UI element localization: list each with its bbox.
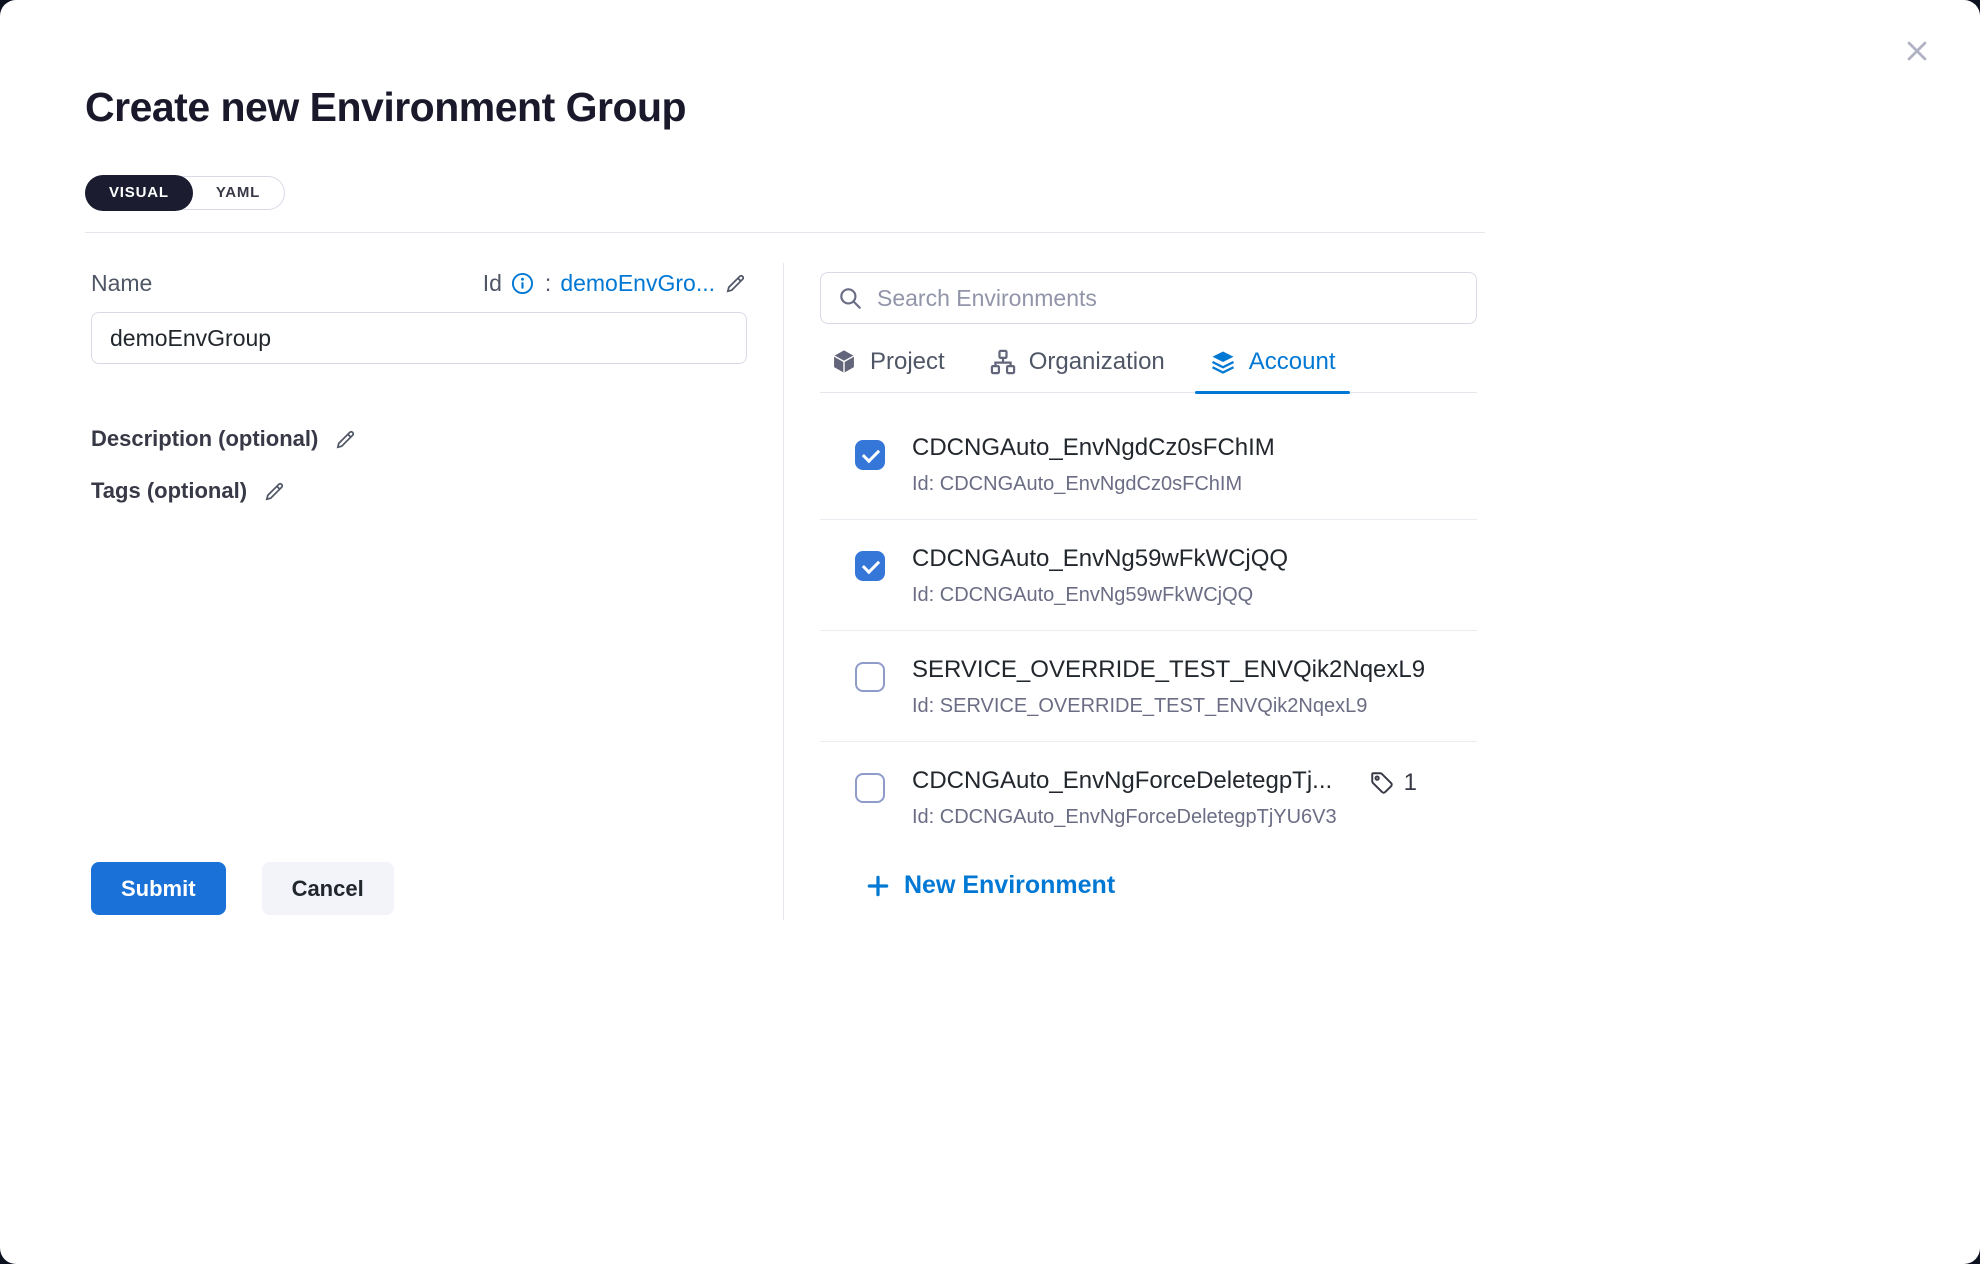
tab-organization[interactable]: Organization bbox=[989, 348, 1165, 392]
id-value[interactable]: demoEnvGro... bbox=[560, 270, 715, 297]
dialog-actions: Submit Cancel bbox=[91, 862, 394, 915]
environment-id: Id: CDCNGAuto_EnvNgdCz0sFChIM bbox=[912, 473, 1477, 496]
environment-row: CDCNGAuto_EnvNgdCz0sFChIM Id: CDCNGAuto_… bbox=[820, 409, 1477, 520]
visual-yaml-toggle: VISUAL YAML bbox=[85, 176, 285, 210]
environment-id: Id: CDCNGAuto_EnvNgForceDeletegpTjYU6V3 bbox=[912, 806, 1342, 829]
cancel-button[interactable]: Cancel bbox=[262, 862, 394, 915]
description-label: Description (optional) bbox=[91, 426, 318, 452]
close-icon[interactable] bbox=[1900, 34, 1934, 68]
info-icon[interactable] bbox=[511, 272, 534, 295]
environment-checkbox[interactable] bbox=[855, 773, 885, 803]
environment-id: Id: SERVICE_OVERRIDE_TEST_ENVQik2NqexL9 bbox=[912, 695, 1477, 718]
search-icon bbox=[837, 285, 863, 311]
environment-row: CDCNGAuto_EnvNg59wFkWCjQQ Id: CDCNGAuto_… bbox=[820, 520, 1477, 631]
tab-account-label: Account bbox=[1249, 348, 1336, 376]
name-label: Name bbox=[91, 270, 152, 297]
tag-count-badge: 1 bbox=[1369, 769, 1417, 797]
tags-label: Tags (optional) bbox=[91, 478, 247, 504]
environment-name[interactable]: CDCNGAuto_EnvNgdCz0sFChIM bbox=[912, 434, 1477, 462]
cube-icon bbox=[830, 348, 858, 376]
environment-row: CDCNGAuto_EnvNgForceDeletegpTj... Id: CD… bbox=[820, 742, 1477, 835]
dialog-title: Create new Environment Group bbox=[85, 84, 686, 131]
tab-organization-label: Organization bbox=[1029, 348, 1165, 376]
search-environments-input[interactable] bbox=[875, 284, 1460, 313]
edit-description-pencil-icon[interactable] bbox=[334, 428, 357, 451]
environment-checkbox[interactable] bbox=[855, 440, 885, 470]
layers-icon bbox=[1209, 348, 1237, 376]
tab-account[interactable]: Account bbox=[1209, 348, 1336, 392]
environment-checkbox[interactable] bbox=[855, 551, 885, 581]
tag-icon bbox=[1369, 770, 1395, 796]
toggle-yaml[interactable]: YAML bbox=[192, 176, 284, 210]
tab-project-label: Project bbox=[870, 348, 945, 376]
vertical-divider bbox=[783, 263, 784, 920]
environment-picker-panel: Project Organization bbox=[820, 233, 1477, 904]
new-environment-label: New Environment bbox=[904, 871, 1115, 900]
environment-name[interactable]: SERVICE_OVERRIDE_TEST_ENVQik2NqexL9 bbox=[912, 656, 1477, 684]
form-column: Name Id : demoEnvGro... bbox=[91, 233, 747, 504]
search-box bbox=[820, 272, 1477, 324]
toggle-visual[interactable]: VISUAL bbox=[85, 175, 193, 211]
plus-icon bbox=[865, 873, 891, 899]
environment-list: CDCNGAuto_EnvNgdCz0sFChIM Id: CDCNGAuto_… bbox=[820, 393, 1477, 835]
environment-name[interactable]: CDCNGAuto_EnvNgForceDeletegpTj... bbox=[912, 767, 1342, 795]
name-input[interactable] bbox=[91, 312, 747, 364]
environment-id: Id: CDCNGAuto_EnvNg59wFkWCjQQ bbox=[912, 584, 1477, 607]
edit-tags-pencil-icon[interactable] bbox=[263, 480, 286, 503]
hierarchy-icon bbox=[989, 348, 1017, 376]
create-environment-group-dialog: Create new Environment Group VISUAL YAML… bbox=[0, 0, 1980, 1264]
submit-button[interactable]: Submit bbox=[91, 862, 226, 915]
environment-checkbox[interactable] bbox=[855, 662, 885, 692]
id-group: Id : demoEnvGro... bbox=[483, 270, 747, 297]
environment-row: SERVICE_OVERRIDE_TEST_ENVQik2NqexL9 Id: … bbox=[820, 631, 1477, 742]
tab-project[interactable]: Project bbox=[830, 348, 945, 392]
edit-id-pencil-icon[interactable] bbox=[724, 272, 747, 295]
tag-count: 1 bbox=[1404, 769, 1417, 797]
id-colon: : bbox=[545, 270, 551, 297]
new-environment-button[interactable]: New Environment bbox=[865, 871, 1115, 900]
environment-name[interactable]: CDCNGAuto_EnvNg59wFkWCjQQ bbox=[912, 545, 1477, 573]
id-label: Id bbox=[483, 270, 502, 297]
scope-tabs: Project Organization bbox=[820, 348, 1477, 393]
